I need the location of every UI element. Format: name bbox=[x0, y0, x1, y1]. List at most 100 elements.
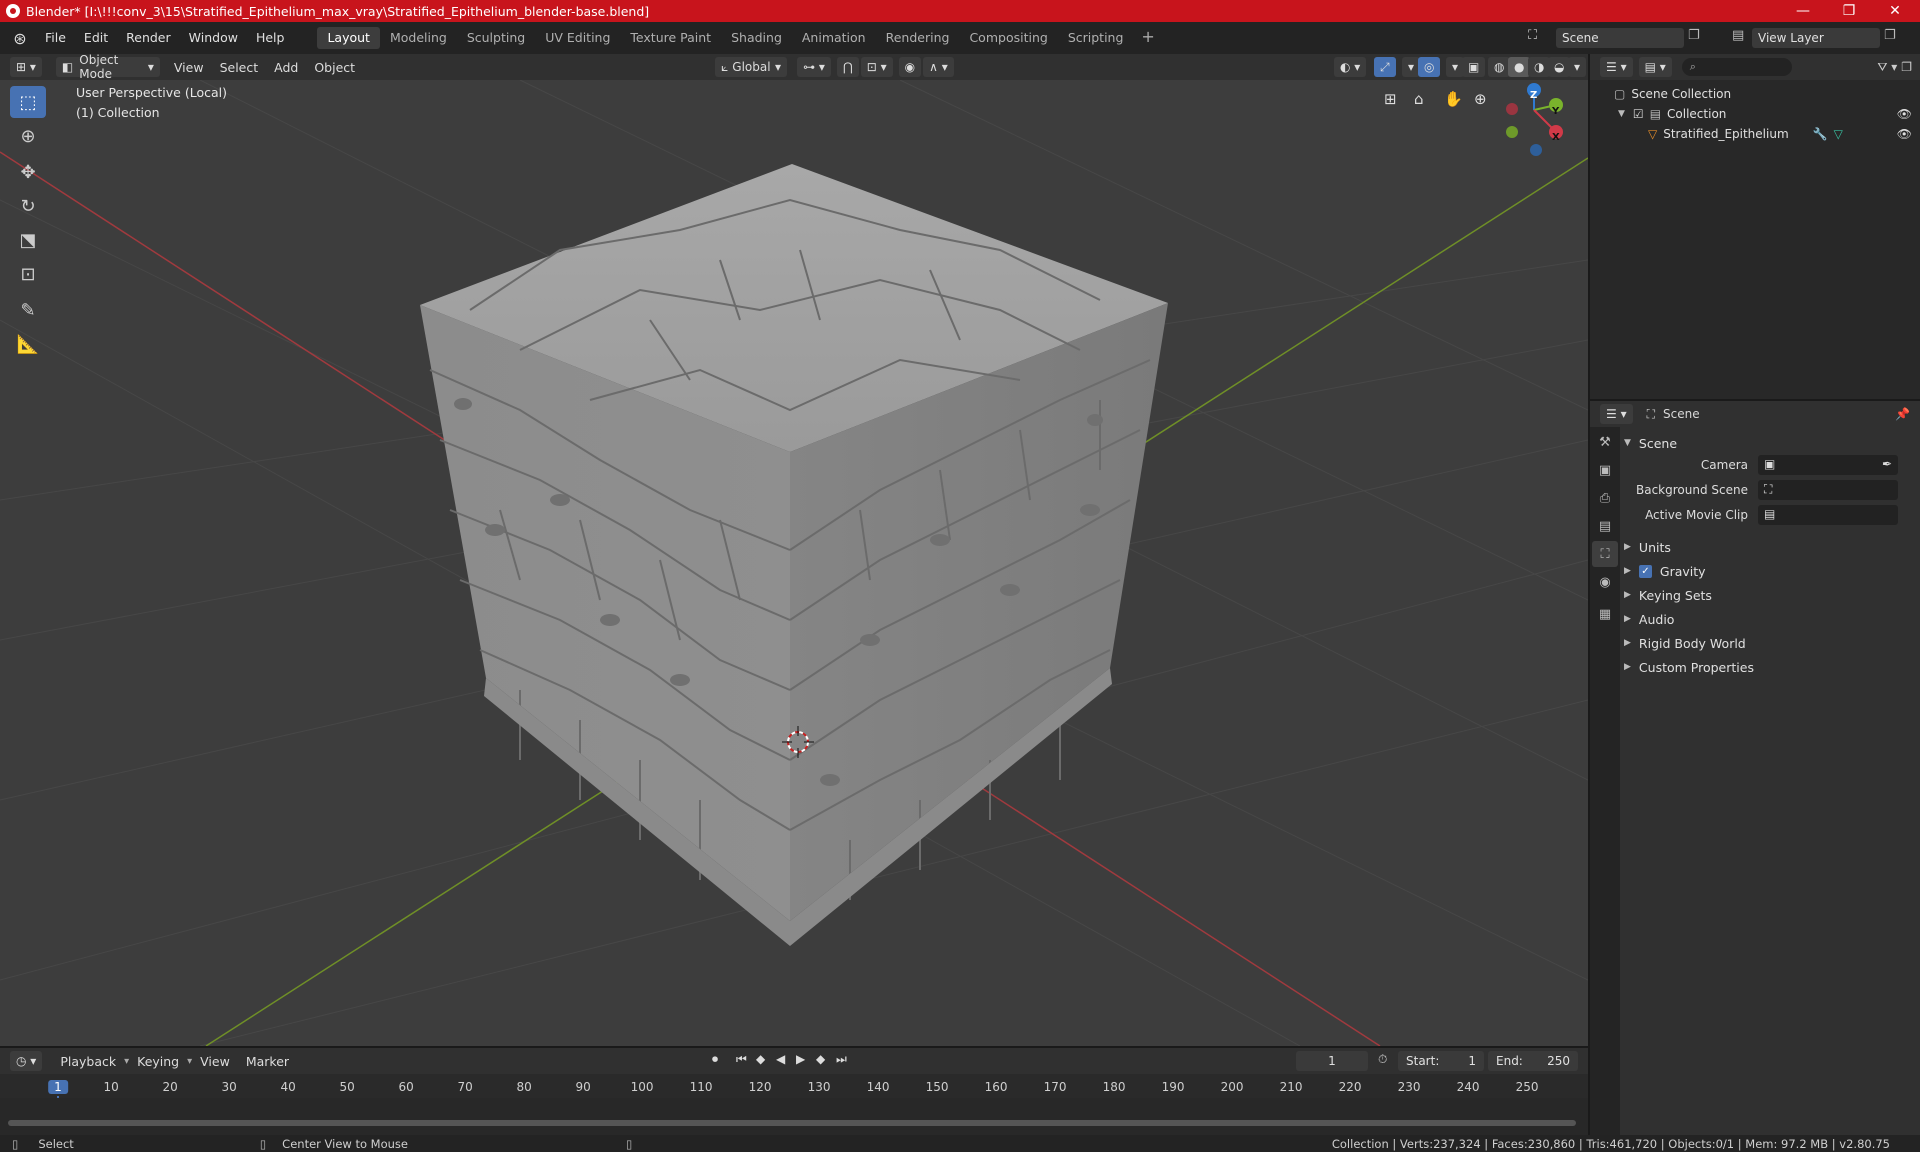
timeline-editor-type-icon[interactable]: ◷ ▾ bbox=[10, 1051, 43, 1071]
tab-layout[interactable]: Layout bbox=[317, 27, 380, 49]
menu-view[interactable]: View bbox=[192, 1054, 238, 1069]
jump-keyframe-forward-icon[interactable]: ◆ bbox=[816, 1052, 825, 1066]
proportional-edit-icon[interactable]: ◉ bbox=[898, 57, 922, 77]
menu-object[interactable]: Object bbox=[306, 60, 363, 75]
menu-file[interactable]: File bbox=[36, 27, 75, 49]
menu-marker[interactable]: Marker bbox=[238, 1054, 297, 1069]
modifier-wrench-icon[interactable]: 🔧 bbox=[1813, 127, 1828, 141]
menu-render[interactable]: Render bbox=[117, 27, 180, 49]
view-layer-icon[interactable]: ▤ bbox=[1732, 28, 1744, 43]
3d-viewport[interactable]: User Perspective (Local) (1) Collection … bbox=[0, 80, 1588, 1046]
audio-section[interactable]: ▶ Audio bbox=[1624, 607, 1914, 631]
outliner-editor-type-icon[interactable]: ☰ ▾ bbox=[1600, 57, 1633, 77]
tab-uv-editing[interactable]: UV Editing bbox=[535, 27, 620, 49]
visibility-eye-icon[interactable]: 👁 bbox=[1897, 127, 1912, 141]
texture-tab-icon[interactable]: ▦ bbox=[1592, 601, 1618, 627]
scene-name-field[interactable]: Scene bbox=[1556, 28, 1684, 48]
scene-panel-header[interactable]: ▼ Scene bbox=[1624, 431, 1914, 455]
background-scene-field[interactable]: ⛶ bbox=[1758, 480, 1898, 500]
proportional-falloff-icon[interactable]: ∧ ▾ bbox=[923, 57, 954, 77]
menu-edit[interactable]: Edit bbox=[75, 27, 117, 49]
jump-keyframe-back-icon[interactable]: ◆ bbox=[756, 1052, 765, 1066]
close-button[interactable]: ✕ bbox=[1872, 0, 1918, 22]
menu-playback[interactable]: Playback bbox=[52, 1054, 124, 1069]
world-tab-icon[interactable]: ◉ bbox=[1592, 569, 1618, 595]
transform-tool-icon[interactable]: ⊡ bbox=[10, 258, 46, 290]
output-tab-icon[interactable]: ⎙ bbox=[1592, 485, 1618, 511]
snap-magnet-icon[interactable]: ⋂ bbox=[836, 57, 859, 77]
timeline-ruler[interactable]: 1 10 20 30 40 50 60 70 80 90 100 110 120 130 140 150 160… bbox=[0, 1076, 1588, 1136]
new-scene-icon[interactable]: ❐ bbox=[1688, 28, 1700, 43]
gizmo-toggle-icon[interactable]: ⤢ bbox=[1374, 57, 1396, 77]
select-box-tool-icon[interactable]: ⬚ bbox=[10, 86, 46, 118]
new-collection-icon[interactable]: ❐ bbox=[1901, 60, 1912, 74]
jump-start-icon[interactable]: ⏮ bbox=[736, 1052, 747, 1067]
scale-tool-icon[interactable]: ⬔ bbox=[10, 224, 46, 256]
timeline-scrollbar[interactable] bbox=[8, 1120, 1576, 1126]
overlay-toggle-icon[interactable]: ◎ bbox=[1418, 57, 1441, 77]
menu-keying[interactable]: Keying bbox=[129, 1054, 187, 1069]
menu-help[interactable]: Help bbox=[247, 27, 294, 49]
outliner-row-scene-collection[interactable]: ▢ Scene Collection bbox=[1590, 84, 1920, 104]
view-layer-tab-icon[interactable]: ▤ bbox=[1592, 513, 1618, 539]
stopwatch-icon[interactable]: ⏱ bbox=[1378, 1052, 1387, 1067]
new-view-layer-icon[interactable]: ❐ bbox=[1884, 28, 1896, 43]
maximize-button[interactable]: ❐ bbox=[1826, 0, 1872, 22]
measure-tool-icon[interactable]: 📐 bbox=[10, 328, 46, 360]
properties-editor-type-icon[interactable]: ☰ ▾ bbox=[1600, 404, 1633, 424]
keying-sets-section[interactable]: ▶ Keying Sets bbox=[1624, 583, 1914, 607]
snap-target-icon[interactable]: ⊡ ▾ bbox=[860, 57, 893, 77]
tab-scripting[interactable]: Scripting bbox=[1058, 27, 1134, 49]
filter-icon[interactable]: ⛛ ▾ bbox=[1877, 60, 1897, 75]
outliner-row-collection[interactable]: ▼ ☑ ▤ Collection 👁 bbox=[1590, 104, 1920, 124]
camera-field[interactable]: ▣ ✒ bbox=[1758, 455, 1898, 475]
rotate-tool-icon[interactable]: ↻ bbox=[10, 190, 46, 222]
zoom-icon[interactable]: ⊕ bbox=[1474, 90, 1487, 108]
tab-modeling[interactable]: Modeling bbox=[380, 27, 457, 49]
tab-shading[interactable]: Shading bbox=[721, 27, 792, 49]
tab-texture-paint[interactable]: Texture Paint bbox=[620, 27, 721, 49]
menu-view[interactable]: View bbox=[166, 60, 212, 75]
jump-end-icon[interactable]: ⏭ bbox=[836, 1052, 847, 1067]
outliner-search-input[interactable]: ⌕ bbox=[1681, 58, 1792, 76]
tab-animation[interactable]: Animation bbox=[792, 27, 876, 49]
move-tool-icon[interactable]: ✥ bbox=[10, 156, 46, 188]
camera-view-icon[interactable]: ⌂ bbox=[1414, 90, 1424, 108]
mode-dropdown[interactable]: ◧ Object Mode ▾ bbox=[55, 53, 160, 81]
scene-tab-icon[interactable]: ⛶ bbox=[1592, 541, 1618, 567]
play-icon[interactable]: ▶ bbox=[796, 1052, 805, 1066]
end-frame-field[interactable]: End: 250 bbox=[1488, 1051, 1578, 1071]
menu-window[interactable]: Window bbox=[180, 27, 247, 49]
tab-compositing[interactable]: Compositing bbox=[959, 27, 1057, 49]
stratified-epithelium-mesh[interactable] bbox=[420, 164, 1168, 946]
pin-icon[interactable]: 📌 bbox=[1895, 407, 1910, 421]
pivot-point-icon[interactable]: ⊶ ▾ bbox=[797, 57, 831, 77]
shading-options-icon[interactable]: ▾ bbox=[1568, 57, 1587, 77]
outliner-row-object[interactable]: ▽ Stratified_Epithelium 🔧 ▽ 👁 bbox=[1590, 124, 1920, 144]
units-section[interactable]: ▶ Units bbox=[1624, 535, 1914, 559]
gravity-checkbox[interactable]: ✓ bbox=[1638, 564, 1652, 578]
add-workspace-button[interactable]: + bbox=[1133, 27, 1162, 49]
annotate-tool-icon[interactable]: ✎ bbox=[10, 294, 46, 326]
checkbox-checked-icon[interactable]: ☑ bbox=[1633, 107, 1644, 121]
cursor-tool-icon[interactable]: ⊕ bbox=[10, 120, 46, 152]
editor-type-icon[interactable]: ⊞ ▾ bbox=[10, 57, 42, 77]
current-frame-field[interactable]: 1 bbox=[1296, 1051, 1368, 1071]
visibility-eye-icon[interactable]: 👁 bbox=[1897, 107, 1912, 121]
record-icon[interactable]: ⏺ bbox=[712, 1052, 718, 1067]
active-movie-clip-field[interactable]: ▤ bbox=[1758, 505, 1898, 525]
view-layer-field[interactable]: View Layer bbox=[1752, 28, 1880, 48]
visibility-icon[interactable]: ◐ ▾ bbox=[1334, 57, 1367, 77]
play-reverse-icon[interactable]: ◀ bbox=[776, 1052, 785, 1066]
gravity-section[interactable]: ▶ ✓ Gravity bbox=[1624, 559, 1914, 583]
mesh-data-icon[interactable]: ▽ bbox=[1834, 127, 1843, 141]
scene-selector-icon[interactable]: ⛶ bbox=[1528, 28, 1537, 43]
pan-hand-icon[interactable]: ✋ bbox=[1444, 90, 1463, 108]
blender-menu-icon[interactable]: ⊛ bbox=[10, 28, 30, 48]
expand-arrow-icon[interactable]: ▼ bbox=[1618, 109, 1625, 119]
menu-select[interactable]: Select bbox=[212, 60, 267, 75]
menu-add[interactable]: Add bbox=[266, 60, 306, 75]
tab-sculpting[interactable]: Sculpting bbox=[457, 27, 535, 49]
transform-orientation-dropdown[interactable]: ⟀ Global ▾ bbox=[715, 57, 788, 77]
playhead-frame-indicator[interactable]: 1 bbox=[48, 1080, 68, 1094]
